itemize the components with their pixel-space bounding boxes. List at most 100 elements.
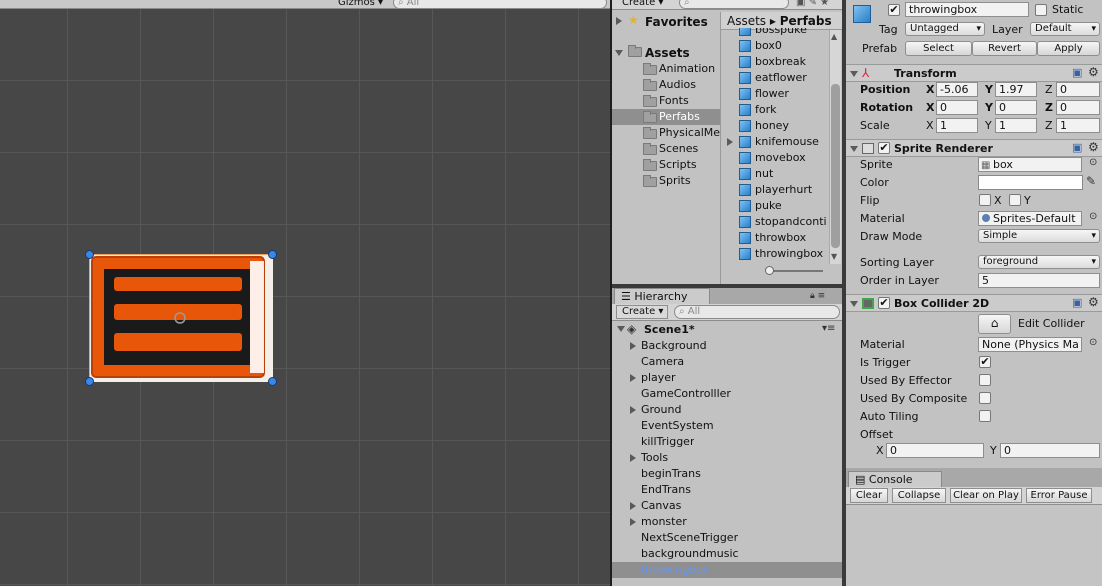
auto-tiling-checkbox[interactable] — [979, 410, 991, 422]
hierarchy-expand-icon[interactable] — [630, 374, 636, 382]
box-collider-enabled-checkbox[interactable]: ✔ — [878, 297, 890, 309]
hierarchy-create-button[interactable]: Create ▾ — [616, 305, 668, 319]
hierarchy-item[interactable]: NextSceneTrigger — [612, 530, 842, 546]
transform-header[interactable]: ⅄ Transform ▣ ⚙ — [846, 64, 1102, 82]
gear-icon[interactable]: ⚙ — [1088, 65, 1099, 79]
pos-x-field[interactable]: -5.06 — [936, 82, 978, 97]
selection-handle-tr[interactable] — [268, 250, 277, 259]
box-collider-foldout-icon[interactable] — [850, 301, 858, 307]
project-folder[interactable]: Sprits — [612, 173, 720, 189]
pos-z-field[interactable]: 0 — [1056, 82, 1100, 97]
console-collapse-button[interactable]: Collapse — [892, 488, 946, 503]
project-folder[interactable]: Animation — [612, 61, 720, 77]
bc-material-field[interactable]: None (Physics Ma — [978, 337, 1082, 352]
lock-icon[interactable]: 🔒︎ ≡ — [810, 291, 825, 301]
eyedropper-icon[interactable]: ✎ — [1086, 174, 1096, 188]
rot-z-field[interactable]: 0 — [1056, 100, 1100, 115]
rot-x-field[interactable]: 0 — [936, 100, 978, 115]
asset-item[interactable]: bosspuke — [721, 28, 829, 38]
box-collider-help-icon[interactable]: ▣ — [1072, 296, 1082, 309]
hierarchy-item[interactable]: Ground — [612, 402, 842, 418]
offset-x-field[interactable]: 0 — [886, 443, 984, 458]
used-by-effector-checkbox[interactable] — [979, 374, 991, 386]
flip-y-checkbox[interactable] — [1009, 194, 1021, 206]
edit-collider-button[interactable]: ⌂ — [978, 314, 1011, 334]
prefab-apply-button[interactable]: Apply — [1037, 41, 1100, 56]
project-folder[interactable]: PhysicalMe — [612, 125, 720, 141]
box-collider-header[interactable]: ✔ Box Collider 2D ▣ ⚙ — [846, 294, 1102, 312]
object-name-field[interactable]: throwingbox — [905, 2, 1029, 17]
prefab-revert-button[interactable]: Revert — [972, 41, 1037, 56]
hierarchy-search-input[interactable]: ⌕ All — [674, 305, 840, 319]
scroll-up-icon[interactable]: ▲ — [831, 32, 837, 41]
zoom-slider-thumb[interactable] — [765, 266, 774, 275]
favorites-expand-icon[interactable] — [616, 17, 622, 25]
sprite-renderer-gear-icon[interactable]: ⚙ — [1088, 140, 1099, 154]
scroll-down-icon[interactable]: ▼ — [831, 252, 837, 261]
hierarchy-item[interactable]: throwingbox — [612, 562, 842, 578]
console-clear-button[interactable]: Clear — [850, 488, 888, 503]
breadcrumb-perfabs[interactable]: Perfabs — [780, 14, 832, 28]
used-by-composite-checkbox[interactable] — [979, 392, 991, 404]
scene-expand-icon[interactable] — [617, 326, 625, 332]
hierarchy-item[interactable]: GameControlller — [612, 386, 842, 402]
sprite-renderer-header[interactable]: ✔ Sprite Renderer ▣ ⚙ — [846, 139, 1102, 157]
assets-expand-icon[interactable] — [615, 50, 623, 56]
asset-item[interactable]: eatflower — [721, 70, 829, 86]
project-folder[interactable]: Fonts — [612, 93, 720, 109]
active-checkbox[interactable]: ✔ — [888, 4, 900, 16]
tag-dropdown[interactable]: Untagged — [905, 22, 985, 36]
sr-material-field[interactable]: Sprites-Default — [978, 211, 1082, 226]
sprite-field[interactable]: ▦ box — [978, 157, 1082, 172]
project-filter-icons[interactable]: ▣ ✎ ★ — [796, 0, 840, 9]
project-create-button[interactable]: Create ▾ — [622, 0, 663, 9]
scene-row[interactable]: ◈ Scene1* ▾≡ — [612, 321, 842, 338]
sprite-renderer-help-icon[interactable]: ▣ — [1072, 141, 1082, 154]
asset-item[interactable]: stopandconti — [721, 214, 829, 230]
selection-handle-br[interactable] — [268, 377, 277, 386]
project-search-input[interactable]: ⌕ — [679, 0, 789, 9]
asset-item[interactable]: puke — [721, 198, 829, 214]
console-clear-on-play-button[interactable]: Clear on Play — [950, 488, 1022, 503]
project-folder[interactable]: Audios — [612, 77, 720, 93]
sprite-picker-icon[interactable]: ⊙ — [1089, 157, 1097, 168]
hierarchy-item[interactable]: Camera — [612, 354, 842, 370]
asset-item[interactable]: throwingbox — [721, 246, 829, 262]
project-folder[interactable]: Perfabs — [612, 109, 720, 125]
hierarchy-item[interactable]: EventSystem — [612, 418, 842, 434]
draw-mode-dropdown[interactable]: Simple — [978, 229, 1100, 243]
flip-x-checkbox[interactable] — [979, 194, 991, 206]
asset-item[interactable]: fork — [721, 102, 829, 118]
asset-item[interactable]: throwbox — [721, 230, 829, 246]
prefab-select-button[interactable]: Select — [905, 41, 972, 56]
order-in-layer-field[interactable]: 5 — [978, 273, 1100, 288]
hierarchy-item[interactable]: player — [612, 370, 842, 386]
hierarchy-item[interactable]: Canvas — [612, 498, 842, 514]
asset-item[interactable]: honey — [721, 118, 829, 134]
hierarchy-expand-icon[interactable] — [630, 406, 636, 414]
hierarchy-item[interactable]: killTrigger — [612, 434, 842, 450]
zoom-slider[interactable] — [765, 266, 823, 275]
hierarchy-item[interactable]: backgroundmusic — [612, 546, 842, 562]
project-folder[interactable]: Scripts — [612, 157, 720, 173]
asset-item[interactable]: knifemouse — [721, 134, 829, 150]
scroll-thumb[interactable] — [831, 84, 840, 248]
asset-item[interactable]: playerhurt — [721, 182, 829, 198]
transform-foldout-icon[interactable] — [850, 71, 858, 77]
help-icon[interactable]: ▣ — [1072, 66, 1082, 79]
tab-hierarchy[interactable]: ☰ Hierarchy — [614, 288, 710, 304]
tab-console[interactable]: ▤ Console — [848, 471, 942, 487]
asset-item[interactable]: flower — [721, 86, 829, 102]
scale-x-field[interactable]: 1 — [936, 118, 978, 133]
console-log-area[interactable] — [846, 505, 1102, 586]
hierarchy-item[interactable]: Background — [612, 338, 842, 354]
hierarchy-item[interactable]: EndTrans — [612, 482, 842, 498]
color-swatch[interactable] — [978, 175, 1083, 190]
scene-search-input[interactable]: ⌕ All — [393, 0, 607, 9]
throwingbox-sprite[interactable] — [89, 254, 273, 382]
asset-item[interactable]: box0 — [721, 38, 829, 54]
asset-expand-icon[interactable] — [727, 138, 733, 146]
rot-y-field[interactable]: 0 — [995, 100, 1037, 115]
hierarchy-expand-icon[interactable] — [630, 502, 636, 510]
sprite-renderer-foldout-icon[interactable] — [850, 146, 858, 152]
